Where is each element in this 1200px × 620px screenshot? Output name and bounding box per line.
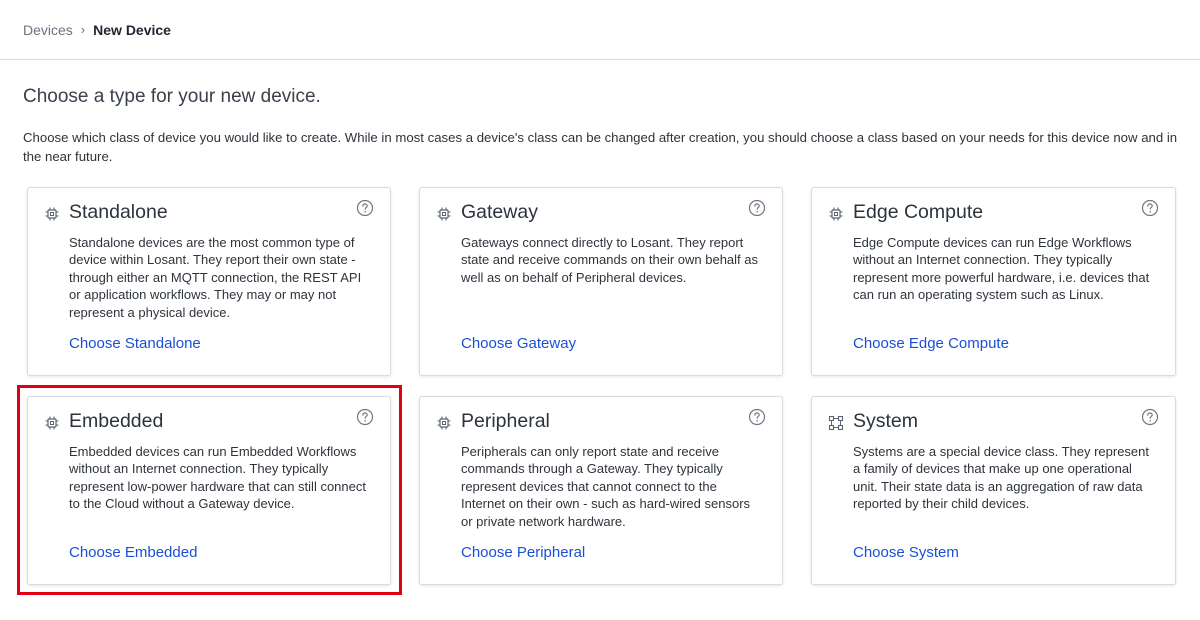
help-icon[interactable] [356, 408, 374, 426]
chip-icon [829, 207, 843, 221]
card-description: Edge Compute devices can run Edge Workfl… [853, 235, 1150, 303]
help-icon[interactable] [748, 199, 766, 217]
card-description: Peripherals can only report state and re… [461, 444, 751, 529]
card-title: System [853, 410, 919, 432]
card-title: Embedded [69, 410, 164, 432]
choose-gateway-link[interactable]: Choose Gateway [461, 335, 576, 352]
page-intro: Choose which class of device you would l… [23, 130, 1178, 164]
card-peripheral: Peripheral Peripherals can only report s… [419, 396, 783, 585]
chip-icon [45, 207, 59, 221]
choose-standalone-link[interactable]: Choose Standalone [69, 335, 201, 352]
card-title: Standalone [69, 201, 168, 223]
card-title: Gateway [461, 201, 538, 223]
choose-edge-compute-link[interactable]: Choose Edge Compute [853, 335, 1009, 352]
help-icon[interactable] [1141, 199, 1159, 217]
breadcrumb-current: New Device [93, 21, 171, 38]
help-icon[interactable] [356, 199, 374, 217]
choose-peripheral-link[interactable]: Choose Peripheral [461, 544, 585, 561]
breadcrumb-devices-link[interactable]: Devices [23, 22, 73, 38]
page-heading: Choose a type for your new device. [23, 86, 321, 107]
choose-embedded-link[interactable]: Choose Embedded [69, 544, 197, 561]
card-description: Gateways connect directly to Losant. The… [461, 235, 759, 285]
chip-icon [437, 416, 451, 430]
card-description: Systems are a special device class. They… [853, 444, 1150, 512]
card-edge-compute: Edge Compute Edge Compute devices can ru… [811, 187, 1176, 376]
breadcrumb: Devices › New Device [0, 0, 1200, 60]
choose-system-link[interactable]: Choose System [853, 544, 959, 561]
breadcrumb-separator: › [80, 22, 86, 37]
help-icon[interactable] [1141, 408, 1159, 426]
system-nodes-icon [828, 415, 844, 431]
chip-icon [45, 416, 59, 430]
card-title: Peripheral [461, 410, 550, 432]
card-description: Embedded devices can run Embedded Workfl… [69, 444, 366, 512]
card-standalone: Standalone Standalone devices are the mo… [27, 187, 391, 376]
card-system: System Systems are a special device clas… [811, 396, 1176, 585]
card-gateway: Gateway Gateways connect directly to Los… [419, 187, 783, 376]
card-embedded: Embedded Embedded devices can run Embedd… [27, 396, 391, 585]
card-title: Edge Compute [853, 201, 984, 223]
help-icon[interactable] [748, 408, 766, 426]
card-description: Standalone devices are the most common t… [69, 235, 362, 320]
chip-icon [437, 207, 451, 221]
